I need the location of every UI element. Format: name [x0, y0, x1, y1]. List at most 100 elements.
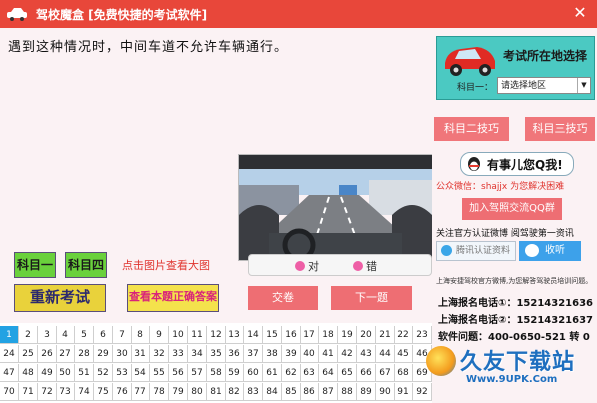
question-number-cell[interactable]: 73 — [56, 383, 75, 401]
question-number-cell[interactable]: 47 — [0, 364, 19, 382]
question-number-cell[interactable]: 15 — [263, 326, 282, 344]
question-number-cell[interactable]: 70 — [0, 383, 19, 401]
question-number-cell[interactable]: 48 — [19, 364, 38, 382]
question-number-cell[interactable]: 20 — [357, 326, 376, 344]
question-number-cell[interactable]: 1 — [0, 326, 19, 344]
question-number-cell[interactable]: 12 — [207, 326, 226, 344]
question-number-cell[interactable]: 40 — [300, 345, 319, 363]
question-number-cell[interactable]: 7 — [113, 326, 132, 344]
question-number-cell[interactable]: 84 — [263, 383, 282, 401]
question-number-cell[interactable]: 88 — [338, 383, 357, 401]
question-number-cell[interactable]: 56 — [169, 364, 188, 382]
question-number-cell[interactable]: 26 — [38, 345, 57, 363]
listen-button[interactable]: 收听 — [519, 241, 581, 261]
question-number-cell[interactable]: 55 — [150, 364, 169, 382]
question-number-cell[interactable]: 22 — [394, 326, 413, 344]
question-number-cell[interactable]: 53 — [113, 364, 132, 382]
question-number-cell[interactable]: 91 — [394, 383, 413, 401]
question-number-cell[interactable]: 13 — [225, 326, 244, 344]
question-number-cell[interactable]: 31 — [131, 345, 150, 363]
question-number-cell[interactable]: 90 — [376, 383, 395, 401]
question-number-cell[interactable]: 83 — [244, 383, 263, 401]
question-number-cell[interactable]: 45 — [394, 345, 413, 363]
question-number-cell[interactable]: 66 — [357, 364, 376, 382]
question-number-cell[interactable]: 54 — [131, 364, 150, 382]
option-correct[interactable]: 对 — [295, 258, 319, 274]
question-number-cell[interactable]: 35 — [207, 345, 226, 363]
question-number-cell[interactable]: 79 — [169, 383, 188, 401]
question-number-cell[interactable]: 29 — [94, 345, 113, 363]
question-number-cell[interactable]: 64 — [319, 364, 338, 382]
question-number-cell[interactable]: 6 — [94, 326, 113, 344]
question-number-cell[interactable]: 80 — [188, 383, 207, 401]
subject-two-tips-button[interactable]: 科目二技巧 — [434, 117, 509, 141]
question-number-cell[interactable]: 8 — [131, 326, 150, 344]
question-number-cell[interactable]: 76 — [113, 383, 132, 401]
subject-four-button[interactable]: 科目四 — [65, 252, 107, 278]
question-number-cell[interactable]: 30 — [113, 345, 132, 363]
question-number-cell[interactable]: 86 — [300, 383, 319, 401]
question-number-cell[interactable]: 32 — [150, 345, 169, 363]
question-number-cell[interactable]: 50 — [56, 364, 75, 382]
question-number-cell[interactable]: 41 — [319, 345, 338, 363]
question-number-cell[interactable]: 38 — [263, 345, 282, 363]
question-number-cell[interactable]: 82 — [225, 383, 244, 401]
question-number-cell[interactable]: 44 — [376, 345, 395, 363]
question-number-cell[interactable]: 42 — [338, 345, 357, 363]
question-number-cell[interactable]: 24 — [0, 345, 19, 363]
question-number-cell[interactable]: 36 — [225, 345, 244, 363]
question-number-cell[interactable]: 72 — [38, 383, 57, 401]
question-image[interactable] — [238, 154, 433, 261]
submit-button[interactable]: 交卷 — [248, 286, 318, 310]
question-number-cell[interactable]: 34 — [188, 345, 207, 363]
reexam-button[interactable]: 重新考试 — [14, 284, 106, 312]
question-number-cell[interactable]: 16 — [282, 326, 301, 344]
close-button[interactable]: ✕ — [571, 3, 589, 23]
question-number-cell[interactable]: 37 — [244, 345, 263, 363]
question-number-cell[interactable]: 18 — [319, 326, 338, 344]
weibo-profile-button[interactable]: 腾讯认证资料 — [436, 241, 516, 261]
question-number-cell[interactable]: 25 — [19, 345, 38, 363]
show-answer-button[interactable]: 查看本题正确答案 — [127, 284, 219, 312]
question-number-cell[interactable]: 17 — [300, 326, 319, 344]
join-qq-group-button[interactable]: 加入驾照交流QQ群 — [462, 198, 562, 220]
question-number-cell[interactable]: 60 — [244, 364, 263, 382]
question-number-cell[interactable]: 81 — [207, 383, 226, 401]
question-number-cell[interactable]: 5 — [75, 326, 94, 344]
question-number-cell[interactable]: 14 — [244, 326, 263, 344]
question-number-cell[interactable]: 51 — [75, 364, 94, 382]
question-number-cell[interactable]: 19 — [338, 326, 357, 344]
question-number-cell[interactable]: 4 — [56, 326, 75, 344]
question-number-cell[interactable]: 67 — [376, 364, 395, 382]
subject-three-tips-button[interactable]: 科目三技巧 — [525, 117, 595, 141]
question-number-cell[interactable]: 62 — [282, 364, 301, 382]
question-number-cell[interactable]: 77 — [131, 383, 150, 401]
question-number-cell[interactable]: 28 — [75, 345, 94, 363]
question-number-cell[interactable]: 21 — [376, 326, 395, 344]
region-select[interactable]: 请选择地区 ▼ — [497, 77, 591, 94]
question-number-cell[interactable]: 49 — [38, 364, 57, 382]
option-wrong[interactable]: 错 — [353, 258, 377, 274]
question-number-cell[interactable]: 39 — [282, 345, 301, 363]
question-number-cell[interactable]: 3 — [38, 326, 57, 344]
question-number-cell[interactable]: 87 — [319, 383, 338, 401]
question-number-cell[interactable]: 65 — [338, 364, 357, 382]
question-number-cell[interactable]: 75 — [94, 383, 113, 401]
question-number-cell[interactable]: 85 — [282, 383, 301, 401]
question-number-cell[interactable]: 74 — [75, 383, 94, 401]
next-question-button[interactable]: 下一题 — [331, 286, 412, 310]
subject-one-button[interactable]: 科目一 — [14, 252, 56, 278]
question-number-cell[interactable]: 71 — [19, 383, 38, 401]
question-number-cell[interactable]: 10 — [169, 326, 188, 344]
question-number-cell[interactable]: 58 — [207, 364, 226, 382]
question-number-cell[interactable]: 63 — [300, 364, 319, 382]
qq-contact-button[interactable]: 有事儿您Q我! — [460, 152, 574, 176]
question-number-cell[interactable]: 27 — [56, 345, 75, 363]
question-number-cell[interactable]: 59 — [225, 364, 244, 382]
question-number-cell[interactable]: 33 — [169, 345, 188, 363]
question-number-cell[interactable]: 68 — [394, 364, 413, 382]
question-number-cell[interactable]: 11 — [188, 326, 207, 344]
question-number-cell[interactable]: 61 — [263, 364, 282, 382]
question-number-cell[interactable]: 57 — [188, 364, 207, 382]
question-number-cell[interactable]: 2 — [19, 326, 38, 344]
